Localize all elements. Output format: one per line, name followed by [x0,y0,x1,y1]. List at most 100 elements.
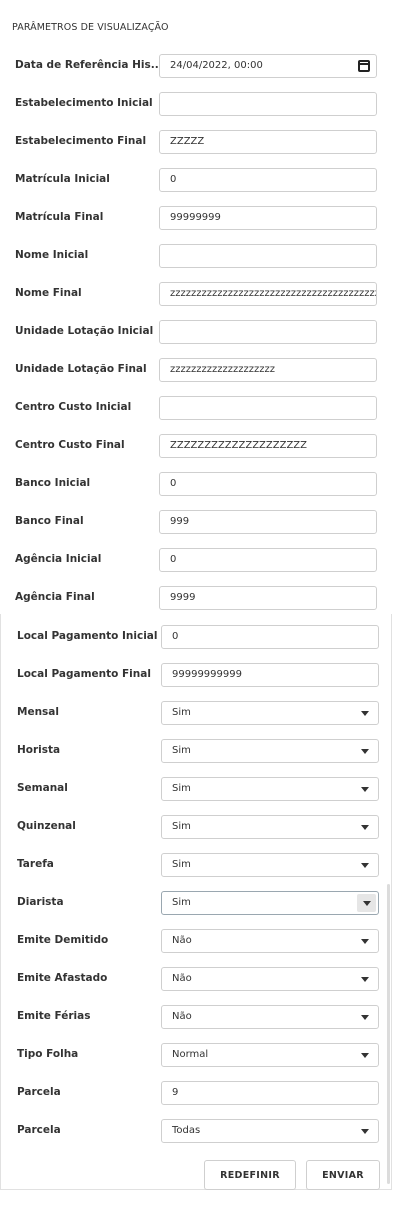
semanal-select[interactable]: Sim [161,777,379,801]
form-row-agencia-inicial: Agência Inicial 0 [0,548,400,574]
form-row-tipo-folha: Tipo Folha Normal [0,1043,400,1069]
field-value: 999 [170,516,190,527]
field-value: Sim [172,783,191,794]
field-value: 9999 [170,592,196,603]
form-row-matricula-inicial: Matrícula Inicial 0 [0,168,400,194]
diarista-select[interactable]: Sim [161,891,379,915]
field-label: Local Pagamento Inicial [17,630,158,642]
form-row-matricula-final: Matrícula Final 99999999 [0,206,400,232]
field-value: Sim [172,745,191,756]
nome-final-input[interactable]: zzzzzzzzzzzzzzzzzzzzzzzzzzzzzzzzzzzzzzzz [159,282,377,306]
field-value: ZZZZZ [170,136,205,147]
mensal-select[interactable]: Sim [161,701,379,725]
form-row-emite-demitido: Emite Demitido Não [0,929,400,955]
form-row-emite-afastado: Emite Afastado Não [0,967,400,993]
field-label: Nome Inicial [15,249,89,261]
form-row-diarista: Diarista Sim [0,891,400,917]
field-label: Banco Inicial [15,477,91,489]
reset-button[interactable]: REDEFINIR [204,1160,296,1190]
field-label: Agência Inicial [15,553,102,565]
field-value: Não [172,935,192,946]
field-label: Quinzenal [17,820,76,832]
form-row-estabelecimento-inicial: Estabelecimento Inicial [0,92,400,118]
field-label: Semanal [17,782,68,794]
centro-custo-inicial-input[interactable] [159,396,377,420]
agencia-final-input[interactable]: 9999 [159,586,377,610]
field-value: Sim [172,897,191,908]
form-row-local-pagamento-inicial: Local Pagamento Inicial 0 [0,625,400,651]
data-de-referencia-his-datetime-input[interactable]: 24/04/2022, 00:00 [159,54,377,78]
nome-inicial-input[interactable] [159,244,377,268]
parcela-input[interactable]: 9 [161,1081,379,1105]
form-row-quinzenal: Quinzenal Sim [0,815,400,841]
chevron-down-icon [361,939,369,944]
quinzenal-select[interactable]: Sim [161,815,379,839]
field-value: zzzzzzzzzzzzzzzzzzzzzzzzzzzzzzzzzzzzzzzz [170,288,377,299]
field-value: 0 [170,554,177,565]
chevron-down-icon [361,1015,369,1020]
dropdown-toggle[interactable] [357,894,376,912]
calendar-icon[interactable] [358,60,370,72]
field-value: Sim [172,859,191,870]
field-label: Diarista [17,896,64,908]
matricula-final-input[interactable]: 99999999 [159,206,377,230]
submit-button[interactable]: ENVIAR [306,1160,380,1190]
agencia-inicial-input[interactable]: 0 [159,548,377,572]
estabelecimento-inicial-input[interactable] [159,92,377,116]
tipo-folha-select[interactable]: Normal [161,1043,379,1067]
form-row-unidade-lotacao-inicial: Unidade Lotação Inicial [0,320,400,346]
form-row-tarefa: Tarefa Sim [0,853,400,879]
form-row-horista: Horista Sim [0,739,400,765]
form-row-centro-custo-final: Centro Custo Final ZZZZZZZZZZZZZZZZZZZZ [0,434,400,460]
form-row-estabelecimento-final: Estabelecimento Final ZZZZZ [0,130,400,156]
chevron-down-icon [361,711,369,716]
field-value: 0 [170,478,177,489]
field-value: 99999999 [170,212,221,223]
chevron-down-icon [361,749,369,754]
field-value: 0 [172,631,179,642]
chevron-down-icon [361,1129,369,1134]
field-label: Tipo Folha [17,1048,79,1060]
field-label: Data de Referência His... [15,59,163,71]
horista-select[interactable]: Sim [161,739,379,763]
estabelecimento-final-input[interactable]: ZZZZZ [159,130,377,154]
chevron-down-icon [363,901,371,906]
unidade-lotacao-final-input[interactable]: zzzzzzzzzzzzzzzzzzzz [159,358,377,382]
centro-custo-final-input[interactable]: ZZZZZZZZZZZZZZZZZZZZ [159,434,377,458]
banco-final-input[interactable]: 999 [159,510,377,534]
form-row-centro-custo-inicial: Centro Custo Inicial [0,396,400,422]
chevron-down-icon [361,825,369,830]
section-title: PARÂMETROS DE VISUALIZAÇÃO [12,22,169,33]
field-value: ZZZZZZZZZZZZZZZZZZZZ [170,440,308,451]
tarefa-select[interactable]: Sim [161,853,379,877]
form-row-parcela: Parcela 9 [0,1081,400,1107]
banco-inicial-input[interactable]: 0 [159,472,377,496]
field-label: Emite Férias [17,1010,91,1022]
field-value: Normal [172,1049,209,1060]
field-value: 0 [170,174,177,185]
form-row-banco-inicial: Banco Inicial 0 [0,472,400,498]
field-value: 24/04/2022, 00:00 [170,60,263,71]
emite-ferias-select[interactable]: Não [161,1005,379,1029]
field-value: zzzzzzzzzzzzzzzzzzzz [170,364,275,375]
field-label: Horista [17,744,61,756]
field-label: Matrícula Final [15,211,104,223]
field-label: Unidade Lotação Final [15,363,147,375]
form-row-mensal: Mensal Sim [0,701,400,727]
local-pagamento-inicial-input[interactable]: 0 [161,625,379,649]
matricula-inicial-input[interactable]: 0 [159,168,377,192]
unidade-lotacao-inicial-input[interactable] [159,320,377,344]
field-label: Tarefa [17,858,54,870]
form-row-nome-final: Nome Final zzzzzzzzzzzzzzzzzzzzzzzzzzzzzz… [0,282,400,308]
form-row-local-pagamento-final: Local Pagamento Final 99999999999 [0,663,400,689]
parcela-select[interactable]: Todas [161,1119,379,1143]
field-value: Sim [172,821,191,832]
field-value: 9 [172,1087,179,1098]
field-value: Não [172,973,192,984]
field-label: Centro Custo Inicial [15,401,132,413]
form-row-emite-ferias: Emite Férias Não [0,1005,400,1031]
local-pagamento-final-input[interactable]: 99999999999 [161,663,379,687]
emite-demitido-select[interactable]: Não [161,929,379,953]
field-label: Matrícula Inicial [15,173,110,185]
emite-afastado-select[interactable]: Não [161,967,379,991]
